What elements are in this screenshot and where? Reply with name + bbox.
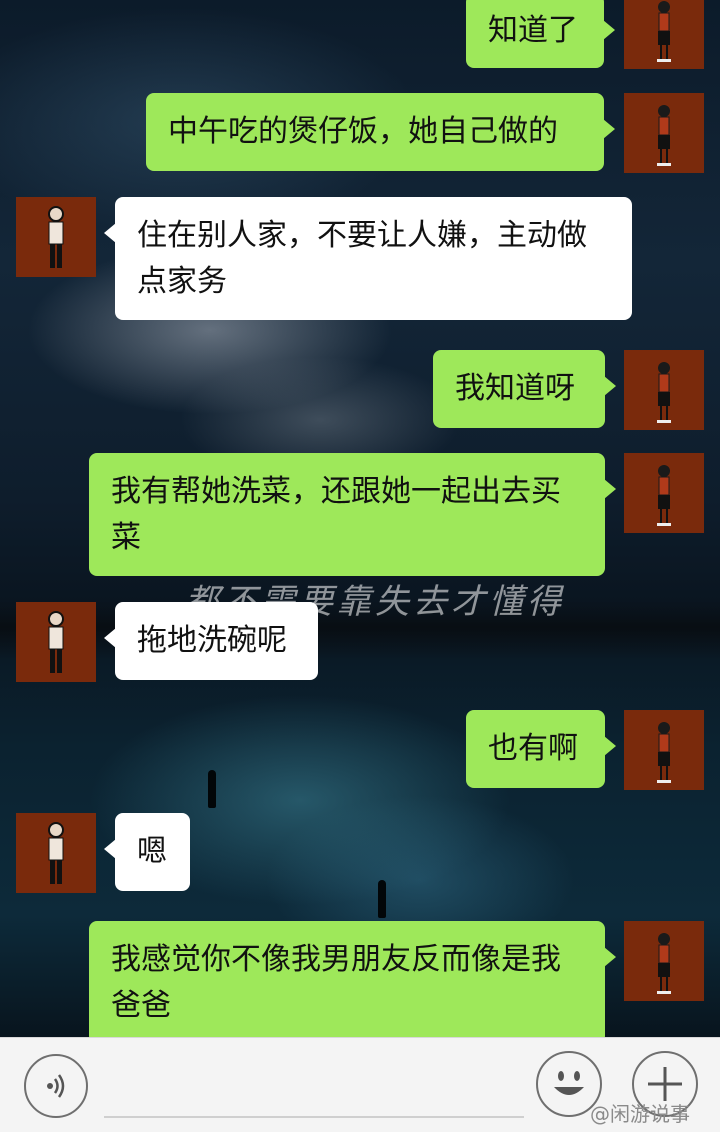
my-avatar[interactable] <box>624 453 704 533</box>
my-message-bubble[interactable]: 我知道呀 <box>433 350 616 428</box>
message-text: 嗯 <box>137 834 167 869</box>
my-avatar[interactable] <box>624 93 704 173</box>
message-text: 知道了 <box>488 13 578 48</box>
contact-avatar[interactable] <box>16 602 96 682</box>
background-silhouette <box>378 880 386 918</box>
girl-avatar-icon <box>657 933 671 994</box>
my-avatar[interactable] <box>624 350 704 430</box>
girl-avatar-icon <box>657 362 671 423</box>
contact-avatar[interactable] <box>16 813 96 893</box>
message-text-line: 菜 <box>111 520 141 555</box>
girl-avatar-icon <box>657 722 671 783</box>
my-message-bubble[interactable]: 中午吃的煲仔饭，她自己做的 <box>146 93 615 171</box>
contact-message-bubble[interactable]: 拖地洗碗呢 <box>104 602 318 680</box>
message-text: 也有啊 <box>488 731 578 766</box>
message-text-line: 爸爸 <box>111 988 171 1023</box>
my-message-bubble[interactable]: 也有啊 <box>466 710 616 788</box>
message-text-line: 我感觉你不像我男朋友反而像是我 <box>111 942 561 977</box>
weibo-watermark: @闲游说事 <box>590 1102 690 1126</box>
message-text: 我知道呀 <box>455 371 575 406</box>
voice-icon <box>47 1074 65 1098</box>
my-avatar[interactable] <box>624 710 704 790</box>
girl-avatar-icon <box>657 1 671 62</box>
contact-message-bubble[interactable]: 嗯 <box>104 813 190 891</box>
boy-avatar-icon <box>48 611 64 673</box>
boy-avatar-icon <box>48 206 64 268</box>
voice-button[interactable] <box>24 1054 88 1118</box>
message-text: 中午吃的煲仔饭，她自己做的 <box>168 114 558 149</box>
message-text-line: 点家务 <box>137 264 227 299</box>
message-text-line: 住在别人家，不要让人嫌，主动做 <box>137 218 587 253</box>
my-message-bubble[interactable]: 我有帮她洗菜，还跟她一起出去买 菜 <box>89 453 616 576</box>
my-avatar[interactable] <box>624 0 704 69</box>
contact-message-bubble[interactable]: 住在别人家，不要让人嫌，主动做 点家务 <box>104 197 632 320</box>
girl-avatar-icon <box>657 105 671 166</box>
girl-avatar-icon <box>657 465 671 526</box>
my-message-bubble[interactable]: 知道了 <box>466 0 615 68</box>
my-avatar[interactable] <box>624 921 704 1001</box>
my-message-bubble[interactable]: 我感觉你不像我男朋友反而像是我 爸爸 <box>89 921 616 1044</box>
boy-avatar-icon <box>48 822 64 884</box>
background-silhouette <box>208 770 216 808</box>
message-text: 拖地洗碗呢 <box>137 623 287 658</box>
contact-avatar[interactable] <box>16 197 96 277</box>
message-text-line: 我有帮她洗菜，还跟她一起出去买 <box>111 474 561 509</box>
message-input[interactable] <box>104 1050 524 1118</box>
